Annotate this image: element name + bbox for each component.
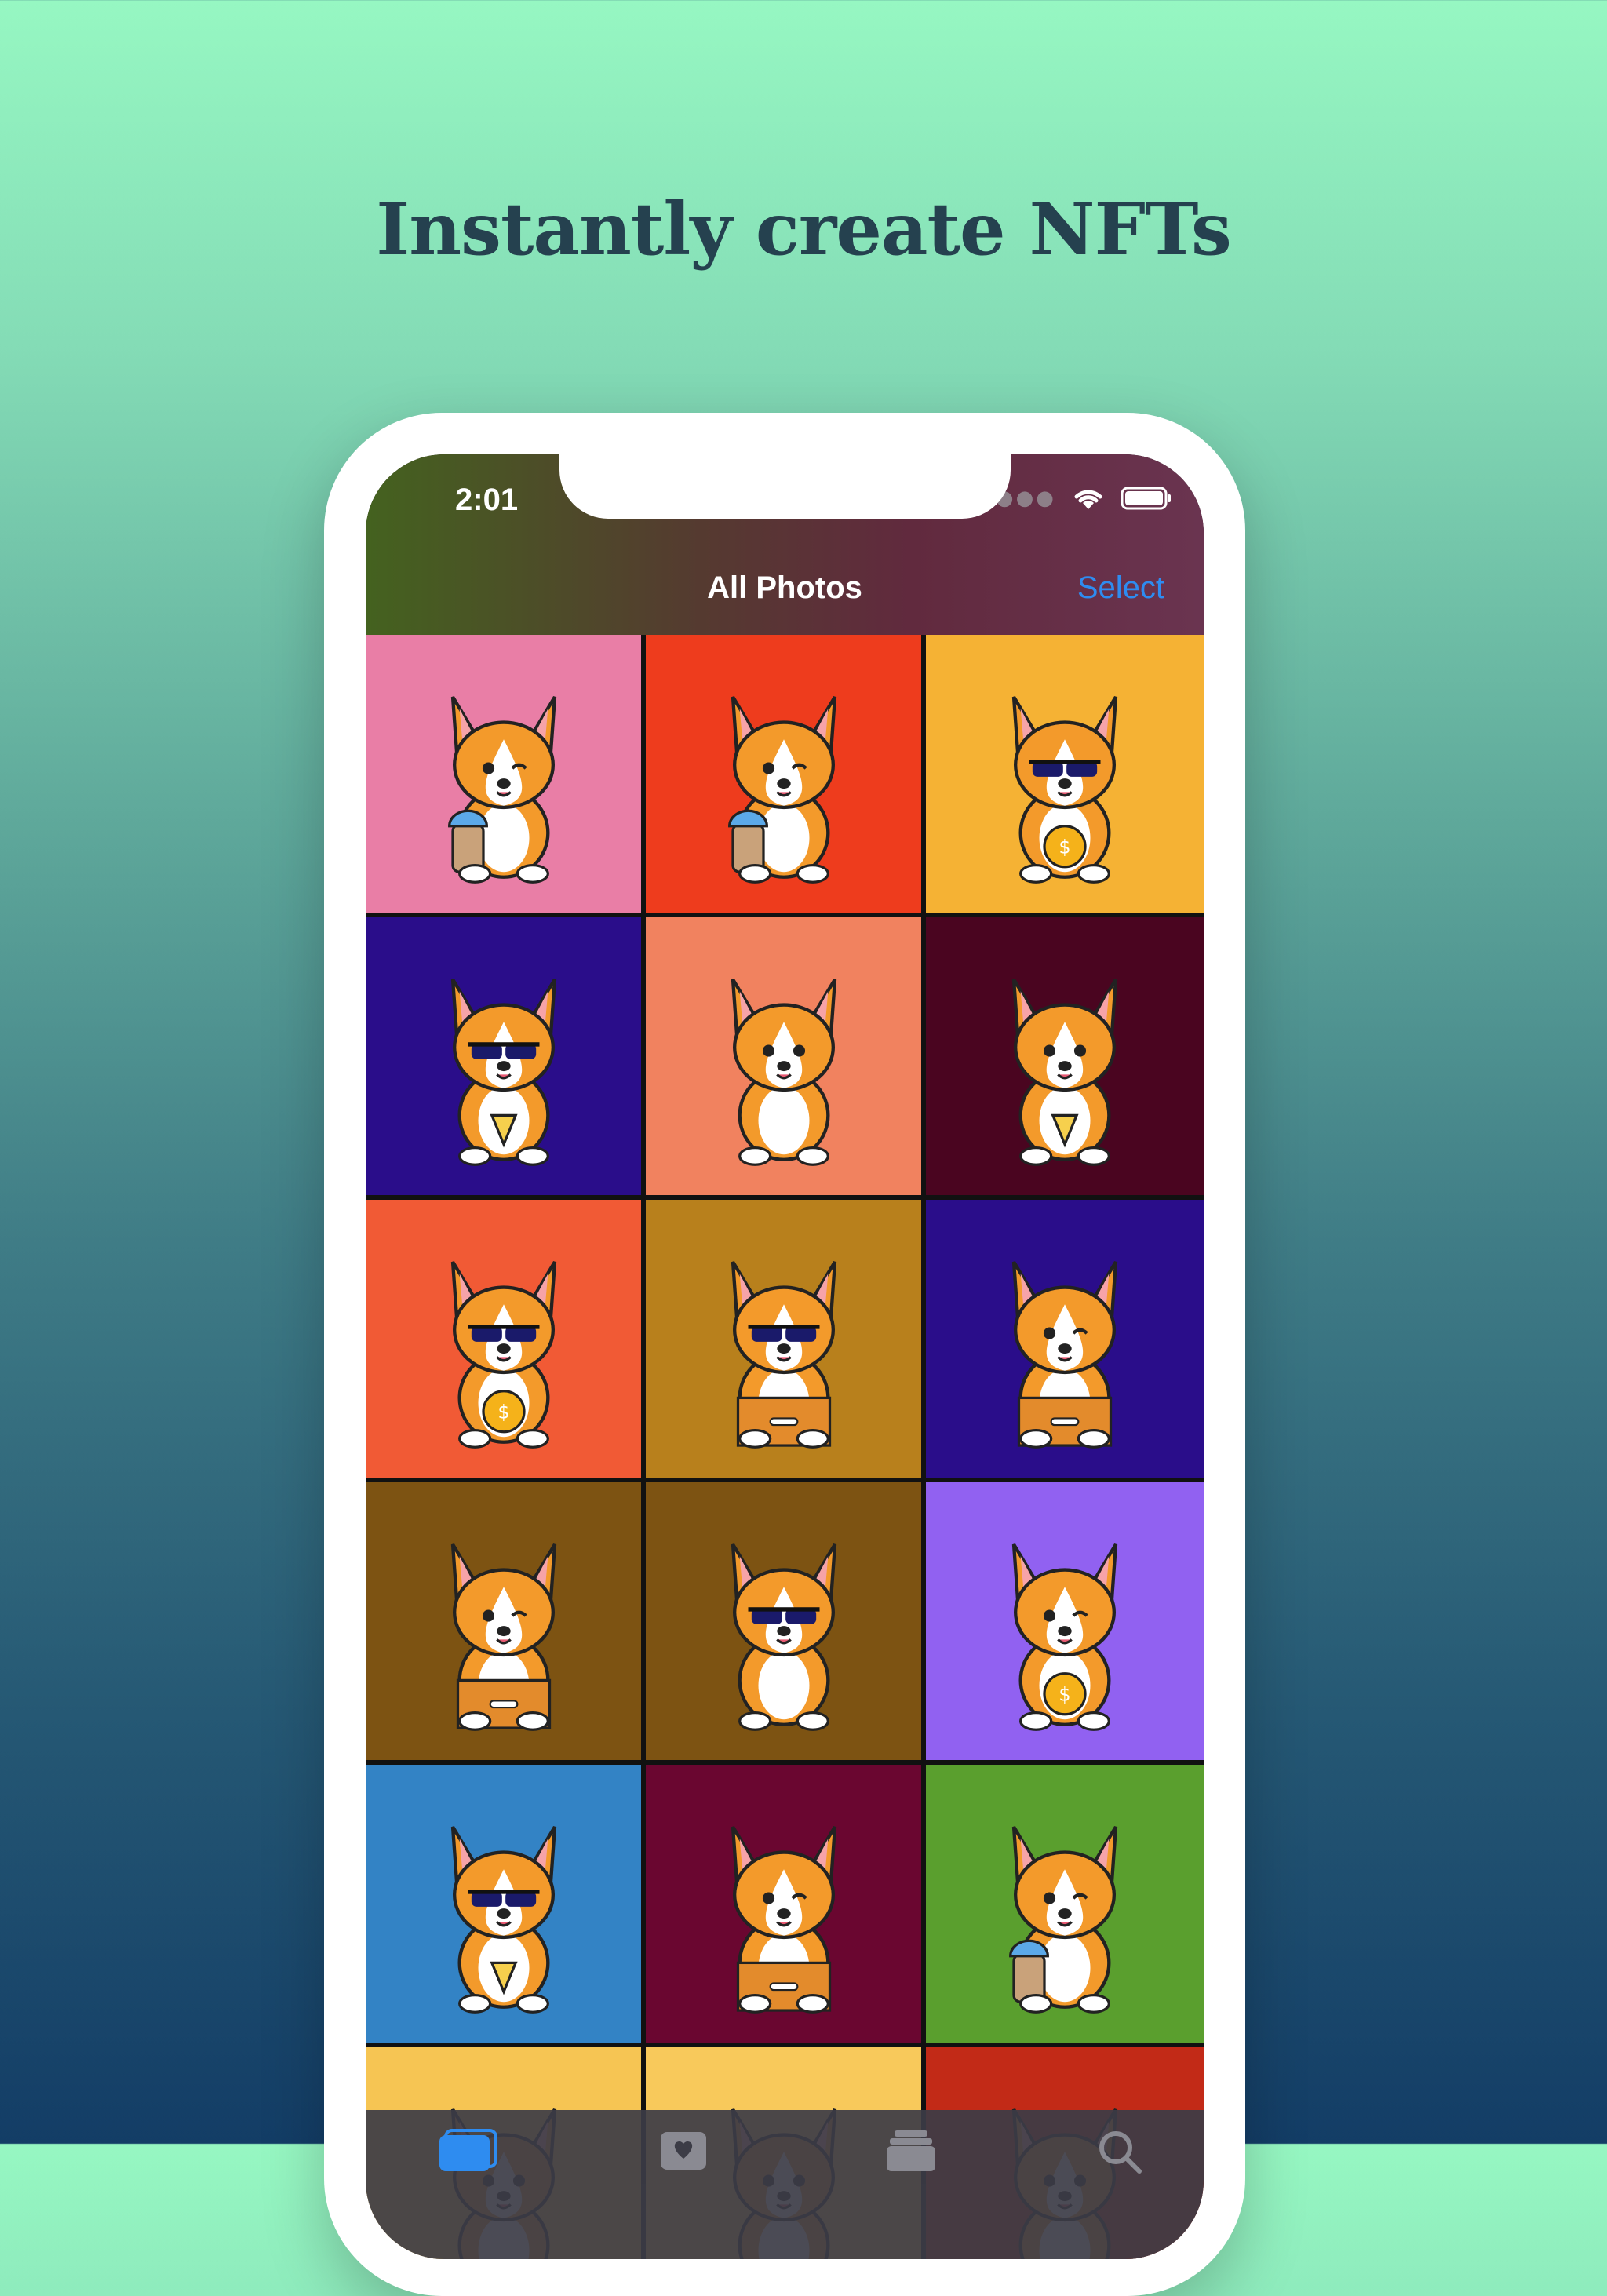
corgi-illustration — [450, 1825, 556, 2014]
battery-icon — [1121, 487, 1171, 510]
photo-tile[interactable] — [646, 1200, 921, 1478]
photos-icon[interactable] — [436, 2127, 499, 2174]
search-icon[interactable] — [1095, 2127, 1142, 2174]
corgi-illustration — [450, 978, 556, 1166]
corgi-illustration — [450, 1543, 556, 1731]
albums-icon[interactable] — [884, 2127, 938, 2174]
photo-tile[interactable] — [926, 1765, 1204, 2043]
favorites-icon[interactable] — [656, 2127, 711, 2174]
svg-text:$: $ — [1059, 836, 1070, 858]
photo-tile[interactable]: $ — [366, 1200, 641, 1478]
photo-tile[interactable] — [366, 635, 641, 913]
photo-tile[interactable] — [926, 917, 1204, 1195]
photo-tile[interactable] — [646, 1765, 921, 2043]
photo-tile[interactable] — [366, 1765, 641, 2043]
phone-screen: $ $ $ 2:01 ●●●● All Photos Select — [366, 454, 1204, 2259]
wifi-icon — [1074, 490, 1102, 509]
corgi-illustration: $ — [1011, 695, 1118, 884]
headline: Instantly create NFTs — [376, 187, 1232, 272]
corgi-illustration: $ — [450, 1260, 556, 1449]
photo-tile[interactable] — [366, 1482, 641, 1760]
corgi-illustration: $ — [1011, 1543, 1118, 1731]
corgi-illustration — [731, 1543, 836, 1731]
photo-tile[interactable] — [646, 635, 921, 913]
corgi-illustration — [1009, 1825, 1118, 2014]
photo-tile[interactable]: $ — [926, 1482, 1204, 1760]
select-button[interactable]: Select — [1077, 570, 1164, 606]
corgi-illustration — [731, 978, 836, 1166]
photo-grid: $ $ $ — [366, 614, 1204, 2259]
photo-tile[interactable] — [646, 917, 921, 1195]
corgi-illustration — [731, 1260, 836, 1449]
status-time: 2:01 — [455, 483, 519, 517]
corgi-illustration — [1011, 978, 1118, 1166]
corgi-illustration — [1011, 1260, 1118, 1449]
svg-text:$: $ — [497, 1401, 509, 1423]
tab-bar — [366, 2110, 1204, 2259]
photo-tile[interactable]: $ — [926, 635, 1204, 913]
photo-tile[interactable] — [926, 1200, 1204, 1478]
svg-text:$: $ — [1059, 1683, 1070, 1705]
corgi-illustration — [731, 1825, 836, 2014]
photo-tile[interactable] — [366, 917, 641, 1195]
corgi-illustration — [447, 695, 556, 884]
phone-notch — [559, 454, 1011, 519]
corgi-illustration — [727, 695, 836, 884]
photo-tile[interactable] — [646, 1482, 921, 1760]
